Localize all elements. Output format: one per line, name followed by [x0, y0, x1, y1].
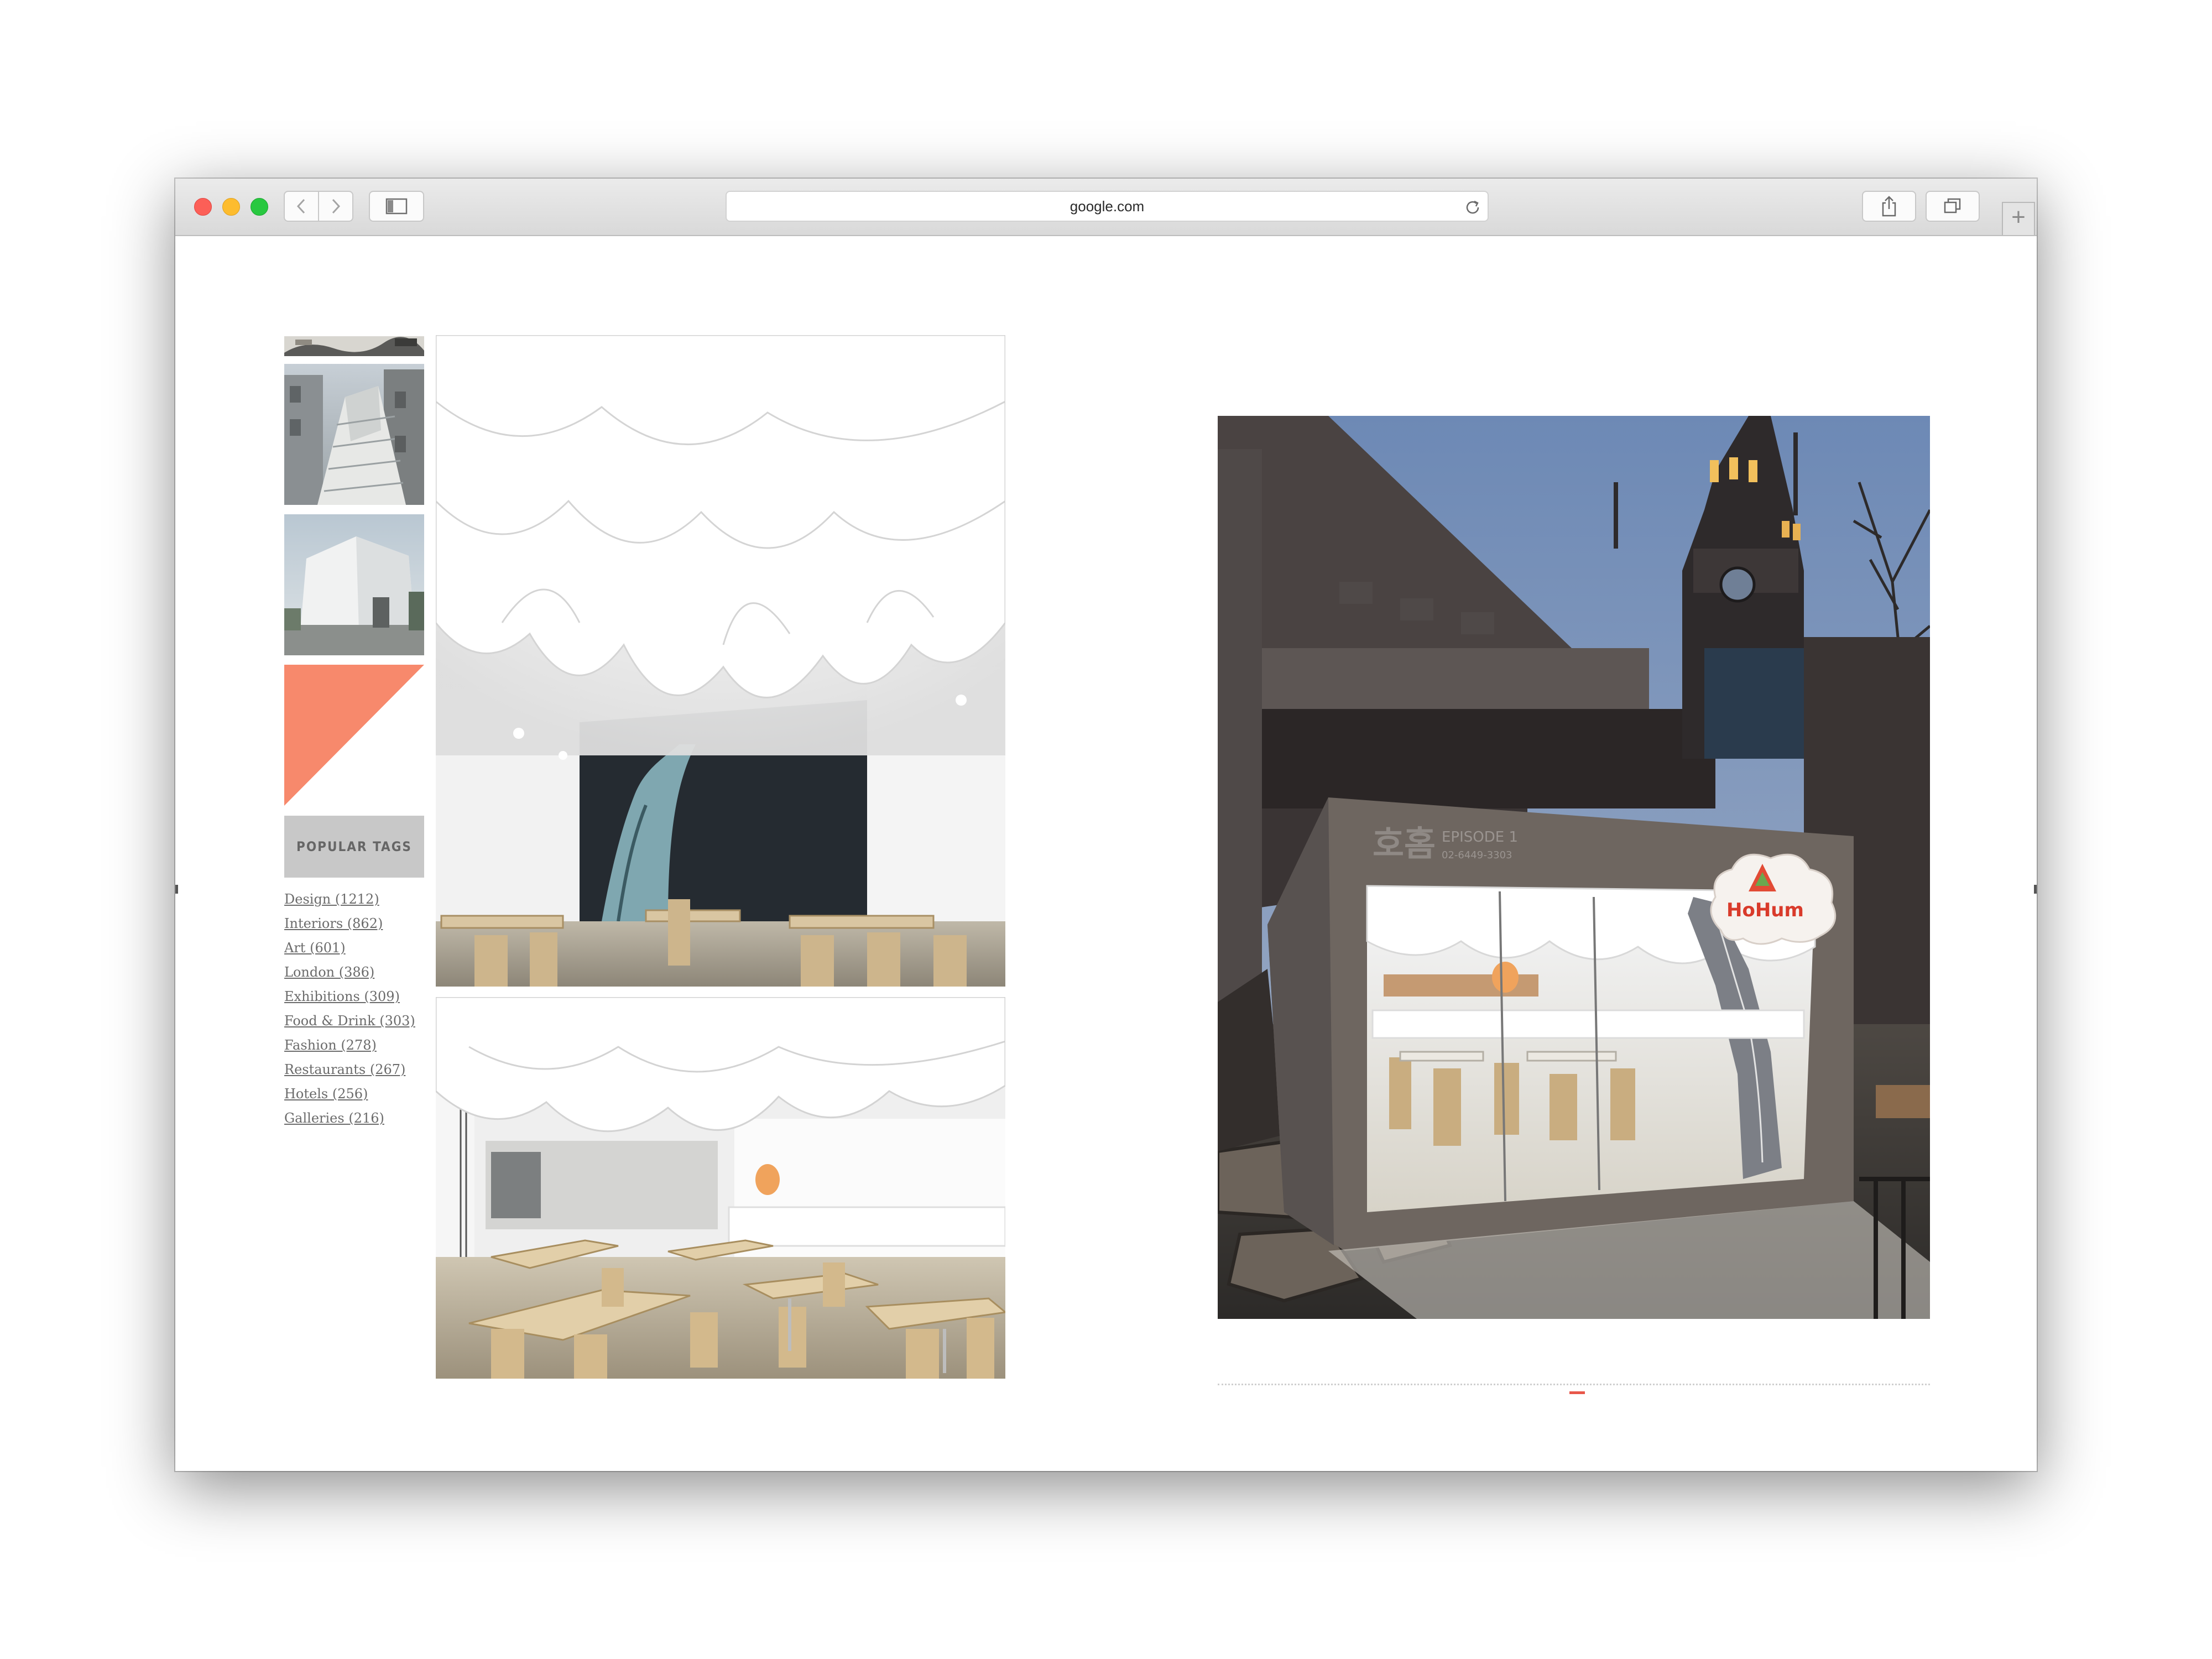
- left-edge-marker: [175, 885, 178, 894]
- tabs-overview-icon: [1944, 198, 1961, 213]
- close-window-button[interactable]: [194, 198, 212, 216]
- popular-tags-heading: POPULAR TAGS: [284, 816, 424, 878]
- reload-icon[interactable]: [1464, 199, 1481, 215]
- tag-link[interactable]: Restaurants (267): [284, 1057, 450, 1082]
- thumbnail-building-street[interactable]: [284, 364, 424, 505]
- tag-link[interactable]: Interiors (862): [284, 911, 450, 936]
- tag-link[interactable]: Exhibitions (309): [284, 984, 450, 1009]
- chevron-left-icon: [296, 199, 305, 214]
- tag-link[interactable]: Fashion (278): [284, 1033, 450, 1057]
- sidebar-toggle-button[interactable]: [369, 191, 424, 222]
- store-korean-sign: 호홈: [1373, 823, 1436, 864]
- browser-toolbar: google.com: [175, 179, 2037, 236]
- page-content: POPULAR TAGS Design (1212) Interiors (86…: [175, 236, 2037, 1471]
- chevron-right-icon: [332, 199, 341, 214]
- slide-indicator[interactable]: [1569, 1391, 1585, 1394]
- thumbnail-building-white[interactable]: [284, 514, 424, 655]
- forward-button[interactable]: [318, 191, 353, 222]
- photo-cloud-ceiling-interior[interactable]: [436, 335, 1005, 987]
- thumbnail-accent-triangle[interactable]: [284, 665, 424, 806]
- caption-divider: [1218, 1384, 1930, 1385]
- share-button[interactable]: [1862, 191, 1916, 222]
- tag-link[interactable]: Hotels (256): [284, 1082, 450, 1106]
- browser-window: google.com + POPULAR TAGS Design (1212) …: [175, 179, 2037, 1471]
- store-logo-text: HoHum: [1726, 899, 1804, 921]
- store-episode-label: EPISODE 1: [1442, 829, 1518, 846]
- tag-link[interactable]: Art (601): [284, 936, 450, 960]
- address-text: google.com: [1070, 198, 1145, 215]
- tag-link[interactable]: Galleries (216): [284, 1106, 450, 1130]
- tag-link[interactable]: Food & Drink (303): [284, 1009, 450, 1033]
- tag-link[interactable]: London (386): [284, 960, 450, 984]
- minimize-window-button[interactable]: [222, 198, 240, 216]
- tag-list: Design (1212) Interiors (862) Art (601) …: [284, 887, 450, 1130]
- photo-storefront-exterior[interactable]: 호홈 EPISODE 1 02-6449-3303 HoHum: [1218, 416, 1930, 1319]
- new-tab-button[interactable]: +: [2002, 202, 2035, 235]
- sidebar-icon: [385, 198, 408, 215]
- share-icon: [1882, 196, 1896, 217]
- zoom-window-button[interactable]: [251, 198, 268, 216]
- photo-dining-room-interior[interactable]: [436, 997, 1005, 1379]
- back-button[interactable]: [284, 191, 319, 222]
- right-edge-marker: [2034, 885, 2037, 894]
- store-phone: 02-6449-3303: [1442, 849, 1512, 861]
- address-bar[interactable]: google.com: [726, 191, 1489, 222]
- tabs-overview-button[interactable]: [1926, 191, 1980, 222]
- thumbnail-strip[interactable]: [284, 336, 424, 356]
- tag-link[interactable]: Design (1212): [284, 887, 450, 911]
